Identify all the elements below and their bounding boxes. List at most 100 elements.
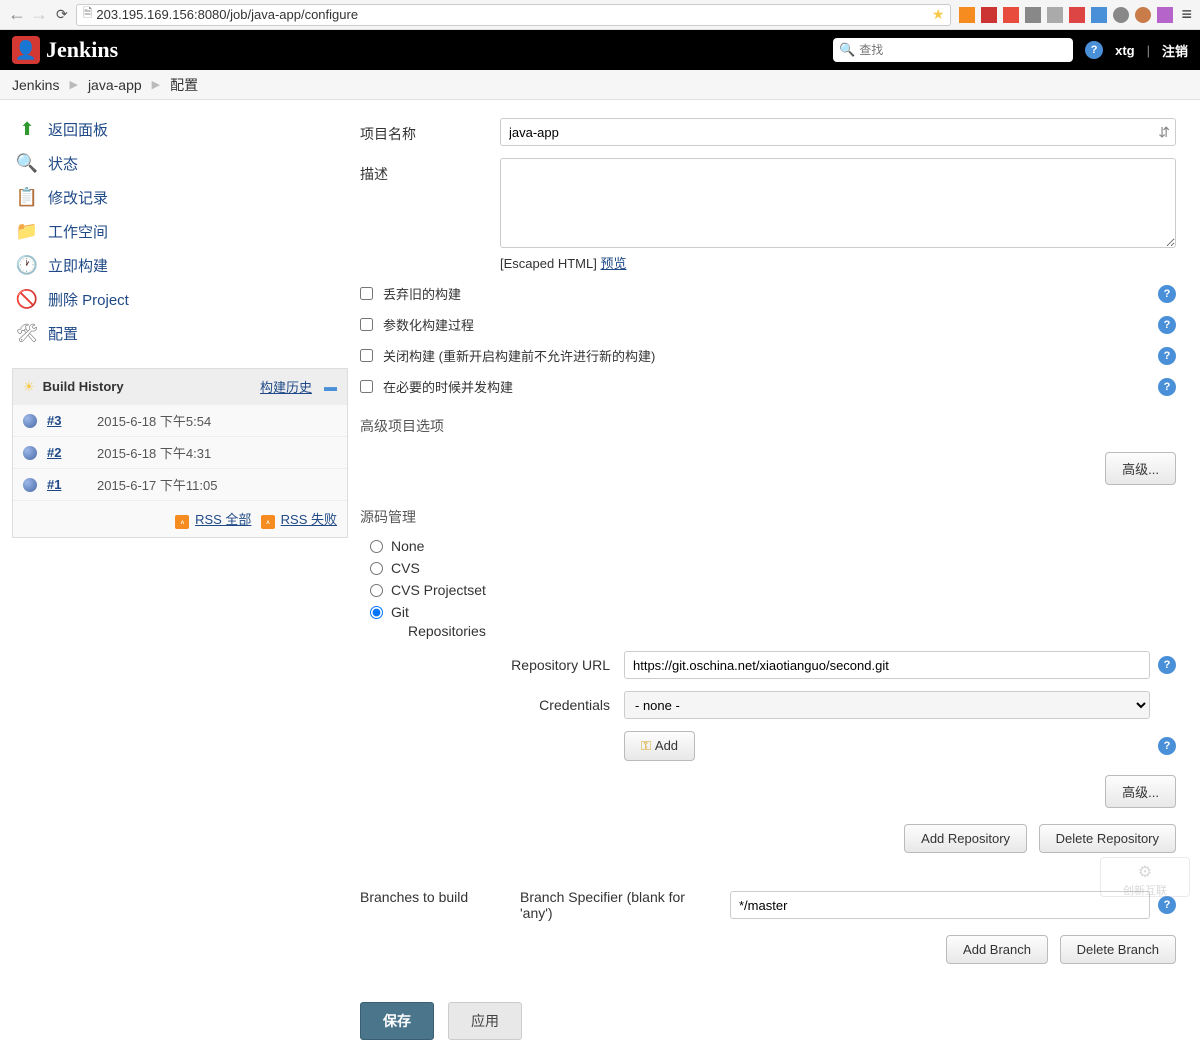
- add-credentials-button[interactable]: ⚿Add: [624, 731, 695, 761]
- ext-icon[interactable]: [1091, 7, 1107, 23]
- advanced-button[interactable]: 高级...: [1105, 452, 1176, 485]
- task-icon: ⬆: [16, 118, 38, 140]
- sidebar-task[interactable]: 🚫删除 Project: [12, 282, 348, 316]
- help-icon[interactable]: ?: [1158, 656, 1176, 674]
- checkbox[interactable]: [360, 318, 373, 331]
- scm-radio-label: Git: [391, 604, 409, 620]
- build-date: 2015-6-18 下午4:31: [97, 443, 211, 462]
- scm-radio-row: None: [360, 535, 1176, 557]
- rss-fail-link[interactable]: RSS 失败: [281, 512, 337, 527]
- credentials-select[interactable]: - none -: [624, 691, 1150, 719]
- scm-radio-label: CVS Projectset: [391, 582, 486, 598]
- ext-icon[interactable]: [959, 7, 975, 23]
- help-icon[interactable]: ?: [1085, 41, 1103, 59]
- ext-icon[interactable]: [1069, 7, 1085, 23]
- build-history-title: Build History: [43, 379, 124, 394]
- build-row[interactable]: #12015-6-17 下午11:05: [13, 468, 347, 500]
- brand-text: Jenkins: [46, 37, 118, 63]
- help-icon[interactable]: ?: [1158, 316, 1176, 334]
- help-icon[interactable]: ?: [1158, 896, 1176, 914]
- forward-icon[interactable]: →: [30, 4, 48, 25]
- menu-icon[interactable]: ≡: [1181, 4, 1192, 25]
- url-text: 203.195.169.156:8080/job/java-app/config…: [96, 7, 358, 22]
- sidebar: ⬆返回面板🔍状态📋修改记录📁工作空间🕐立即构建🚫删除 Project🛠配置 ☀ …: [0, 100, 360, 1052]
- help-icon[interactable]: ?: [1158, 285, 1176, 303]
- breadcrumb-item[interactable]: 配置: [170, 75, 198, 95]
- sidebar-task[interactable]: 📋修改记录: [12, 180, 348, 214]
- config-form: 项目名称 ⇵ 描述 [Escaped HTML] 预览 丢弃旧的构建?参数化构建…: [360, 100, 1200, 1052]
- description-textarea[interactable]: [500, 158, 1176, 248]
- advanced-button[interactable]: 高级...: [1105, 775, 1176, 808]
- build-number[interactable]: #3: [47, 413, 97, 428]
- bookmark-star-icon[interactable]: ★: [932, 6, 945, 23]
- scm-radio[interactable]: [370, 562, 383, 575]
- build-number[interactable]: #2: [47, 445, 97, 460]
- add-repository-button[interactable]: Add Repository: [904, 824, 1027, 853]
- extension-icons: [959, 7, 1173, 23]
- ext-icon[interactable]: [1003, 7, 1019, 23]
- sidebar-task[interactable]: 🔍 状态: [12, 146, 348, 180]
- ext-icon[interactable]: [1047, 7, 1063, 23]
- logout-link[interactable]: 注销: [1162, 41, 1188, 60]
- trend-link[interactable]: 构建历史: [260, 377, 312, 396]
- url-bar[interactable]: 🗎 203.195.169.156:8080/job/java-app/conf…: [76, 4, 952, 26]
- rss-all-link[interactable]: RSS 全部: [195, 512, 251, 527]
- ext-icon[interactable]: [1025, 7, 1041, 23]
- jenkins-logo-icon: 👤: [12, 36, 40, 64]
- task-label: 修改记录: [48, 187, 108, 208]
- preview-link[interactable]: 预览: [600, 256, 626, 271]
- task-list: ⬆返回面板 🔍 状态 📋修改记录📁工作空间🕐立即构建🚫删除 Project🛠配置: [12, 112, 348, 350]
- apply-button[interactable]: 应用: [448, 1002, 522, 1040]
- build-date: 2015-6-18 下午5:54: [97, 411, 211, 430]
- credentials-label: Credentials: [384, 697, 624, 713]
- task-label: 配置: [48, 323, 78, 344]
- search-input[interactable]: [859, 43, 1067, 57]
- delete-repository-button[interactable]: Delete Repository: [1039, 824, 1176, 853]
- branch-spec-input[interactable]: [730, 891, 1150, 919]
- user-link[interactable]: xtg: [1115, 43, 1135, 58]
- breadcrumb-item[interactable]: Jenkins: [12, 77, 59, 93]
- jenkins-logo[interactable]: 👤 Jenkins: [12, 36, 118, 64]
- ext-icon[interactable]: [1135, 7, 1151, 23]
- delete-branch-button[interactable]: Delete Branch: [1060, 935, 1176, 964]
- advanced-options-heading: 高级项目选项: [360, 416, 1176, 436]
- add-branch-button[interactable]: Add Branch: [946, 935, 1048, 964]
- build-row[interactable]: #22015-6-18 下午4:31: [13, 436, 347, 468]
- scm-radio-row: Git: [360, 601, 1176, 623]
- scm-radio[interactable]: [370, 584, 383, 597]
- project-name-input[interactable]: [500, 118, 1176, 146]
- scm-radio[interactable]: [370, 606, 383, 619]
- ext-icon[interactable]: [1113, 7, 1129, 23]
- rss-icon: ៱: [175, 515, 189, 529]
- search-icon: 🔍: [839, 42, 855, 58]
- checkbox-row: 在必要的时候并发构建?: [360, 371, 1176, 402]
- ext-icon[interactable]: [981, 7, 997, 23]
- checkbox[interactable]: [360, 380, 373, 393]
- build-number[interactable]: #1: [47, 477, 97, 492]
- checkbox[interactable]: [360, 349, 373, 362]
- scm-radio-row: CVS Projectset: [360, 579, 1176, 601]
- project-name-label: 项目名称: [360, 118, 500, 144]
- expand-icon[interactable]: ⇵: [1158, 124, 1170, 141]
- sidebar-task[interactable]: 🕐立即构建: [12, 248, 348, 282]
- help-icon[interactable]: ?: [1158, 378, 1176, 396]
- repositories-label: Repositories: [384, 623, 1176, 639]
- task-label: 状态: [48, 153, 78, 174]
- back-icon[interactable]: ←: [8, 4, 26, 25]
- reload-icon[interactable]: ⟳: [56, 6, 68, 23]
- save-button[interactable]: 保存: [360, 1002, 434, 1040]
- repo-url-input[interactable]: [624, 651, 1150, 679]
- search-box[interactable]: 🔍: [833, 38, 1073, 62]
- task-icon: 🔍: [16, 152, 38, 174]
- task-icon: 🚫: [16, 288, 38, 310]
- sidebar-task[interactable]: 🛠配置: [12, 316, 348, 350]
- ext-icon[interactable]: [1157, 7, 1173, 23]
- sidebar-task[interactable]: 📁工作空间: [12, 214, 348, 248]
- scm-radio[interactable]: [370, 540, 383, 553]
- help-icon[interactable]: ?: [1158, 347, 1176, 365]
- checkbox[interactable]: [360, 287, 373, 300]
- help-icon[interactable]: ?: [1158, 737, 1176, 755]
- build-row[interactable]: #32015-6-18 下午5:54: [13, 404, 347, 436]
- sidebar-task[interactable]: ⬆返回面板: [12, 112, 348, 146]
- breadcrumb-item[interactable]: java-app: [88, 77, 142, 93]
